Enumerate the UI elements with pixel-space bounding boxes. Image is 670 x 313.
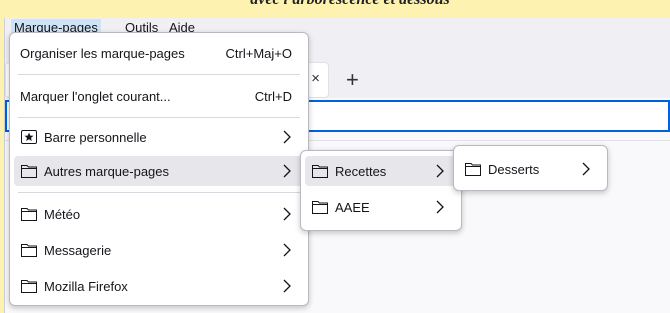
folder-icon <box>465 163 481 176</box>
bookmark-folder-label: Messagerie <box>44 243 112 258</box>
manage-bookmarks-shortcut: Ctrl+Maj+O <box>225 46 292 61</box>
new-tab-button[interactable]: + <box>346 67 359 93</box>
folder-icon <box>21 280 37 293</box>
bookmark-current-tab-shortcut: Ctrl+D <box>254 89 292 104</box>
folder-icon <box>21 208 37 221</box>
bookmark-current-tab-label: Marquer l'onglet courant... <box>20 89 171 104</box>
other-bookmarks-item[interactable]: Autres marque-pages <box>14 156 304 186</box>
bookmarks-menu: Organiser les marque-pages Ctrl+Maj+O Ma… <box>9 32 309 306</box>
chevron-right-icon <box>436 200 444 214</box>
bookmark-folder-mozilla-firefox[interactable]: Mozilla Firefox <box>14 271 304 301</box>
bookmark-folder-label: Recettes <box>335 164 387 179</box>
bookmarks-toolbar-label: Barre personnelle <box>44 130 147 145</box>
folder-icon <box>312 165 328 178</box>
chevron-right-icon <box>582 162 590 176</box>
bookmarks-toolbar-item[interactable]: Barre personnelle <box>14 122 304 152</box>
chevron-right-icon <box>283 164 291 178</box>
menu-separator <box>18 192 300 193</box>
chevron-right-icon <box>283 243 291 257</box>
star-folder-icon <box>21 130 37 144</box>
other-bookmarks-label: Autres marque-pages <box>44 164 170 179</box>
bookmark-folder-label: Météo <box>44 207 81 222</box>
manage-bookmarks-label: Organiser les marque-pages <box>20 46 185 61</box>
bookmark-folder-label: Desserts <box>488 162 540 177</box>
close-tab-icon[interactable]: × <box>311 70 320 87</box>
folder-icon <box>312 201 328 214</box>
bookmark-current-tab-item[interactable]: Marquer l'onglet courant... Ctrl+D <box>14 81 304 111</box>
bookmark-folder-aaee[interactable]: AAEE <box>305 192 457 222</box>
chevron-right-icon <box>283 130 291 144</box>
chevron-right-icon <box>283 207 291 221</box>
bookmark-folder-desserts[interactable]: Desserts <box>458 154 603 184</box>
bookmark-folder-recettes[interactable]: Recettes <box>305 156 457 186</box>
page-caption: avec l'arborescence et dessous <box>150 0 550 9</box>
bookmark-folder-meteo[interactable]: Météo <box>14 199 304 229</box>
folder-icon <box>21 165 37 178</box>
recipes-submenu: Desserts <box>453 145 608 191</box>
menu-separator <box>18 117 300 118</box>
bookmark-folder-label: Mozilla Firefox <box>44 279 128 294</box>
folder-icon <box>21 244 37 257</box>
menu-separator <box>18 74 300 75</box>
bookmark-folder-messagerie[interactable]: Messagerie <box>14 235 304 265</box>
manage-bookmarks-item[interactable]: Organiser les marque-pages Ctrl+Maj+O <box>14 38 304 68</box>
chevron-right-icon <box>436 164 444 178</box>
other-bookmarks-submenu: Recettes AAEE <box>300 150 462 231</box>
chevron-right-icon <box>283 279 291 293</box>
bookmark-folder-label: AAEE <box>335 200 370 215</box>
